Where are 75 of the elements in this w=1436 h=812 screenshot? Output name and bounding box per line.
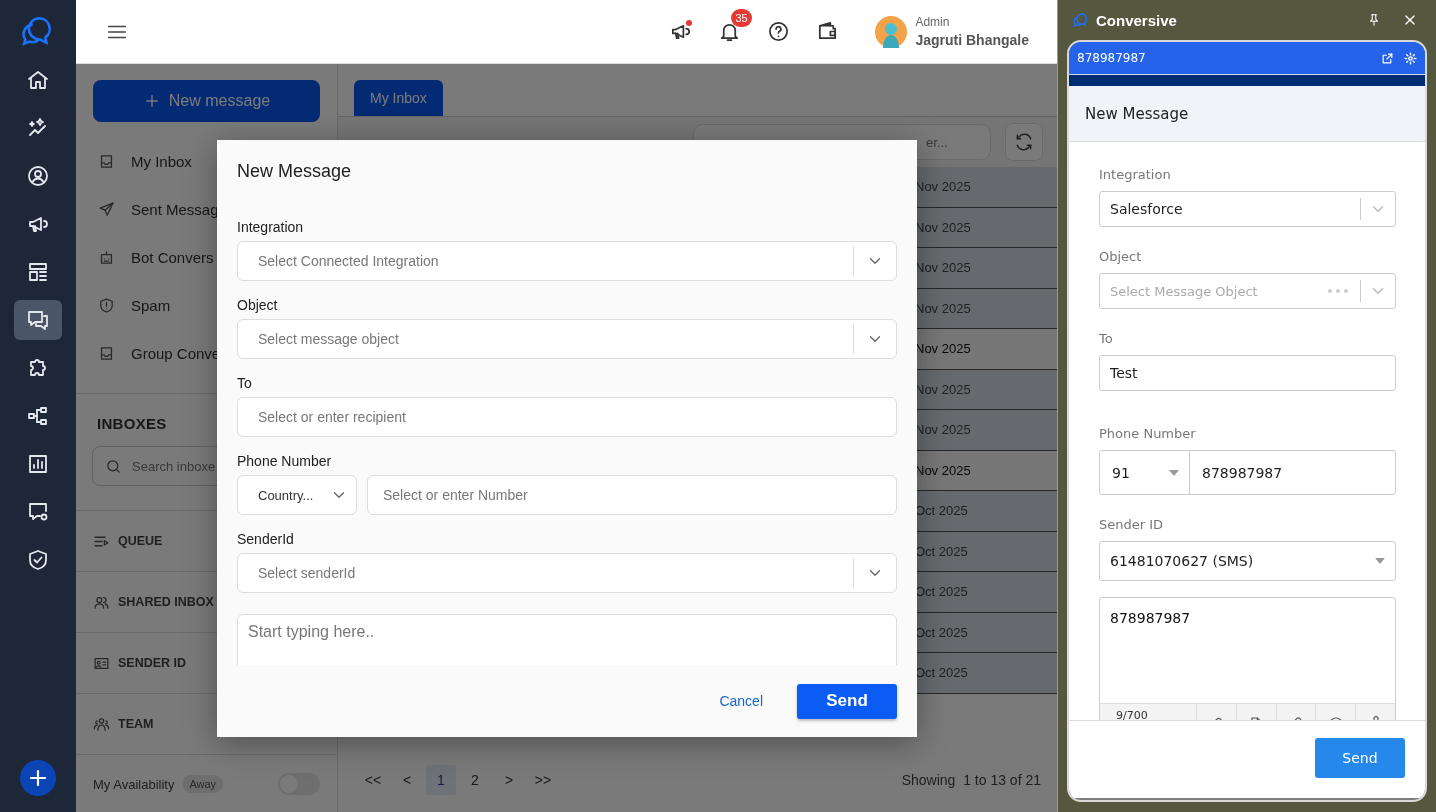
dialog-title: New Message (237, 161, 352, 182)
field-label: Sender ID (1099, 517, 1165, 533)
avatar[interactable] (875, 15, 908, 48)
select-field[interactable]: Select Message Object (1099, 273, 1396, 309)
send-button[interactable]: Send (1315, 738, 1405, 778)
inbox-icon (98, 344, 115, 362)
page-button[interactable]: < (392, 765, 422, 795)
add-button[interactable] (20, 760, 56, 796)
notification-dot (686, 20, 693, 26)
cancel-button[interactable]: Cancel (719, 693, 763, 709)
input-field[interactable]: Test (1099, 355, 1396, 391)
page-button[interactable]: > (494, 765, 524, 795)
section-title: INBOXES (97, 415, 167, 432)
bot-icon (98, 248, 115, 266)
notification-badge: 35 (731, 9, 752, 27)
refresh-button[interactable] (1005, 123, 1043, 161)
page-button[interactable]: 2 (460, 765, 490, 795)
refresh-icon (1014, 132, 1034, 152)
send-icon (98, 200, 115, 218)
contact-number: 878987987 (1077, 51, 1146, 65)
caret-icon (1375, 558, 1385, 564)
country-code-select[interactable]: 91 (1100, 451, 1190, 494)
field-label: Object (237, 297, 279, 314)
close-icon[interactable] (1403, 13, 1417, 27)
loading-icon (1328, 289, 1348, 293)
help-icon[interactable] (767, 20, 791, 43)
spam-icon (98, 296, 115, 314)
user-name: Jagruti Bhangale (915, 32, 1029, 48)
field-label: Object (1099, 249, 1143, 265)
send-button[interactable]: Send (797, 683, 897, 719)
new-message-button[interactable]: New message (93, 80, 320, 122)
field-label: Integration (1099, 167, 1172, 183)
country-select[interactable]: Country... (237, 475, 357, 515)
page-button[interactable]: >> (528, 765, 558, 795)
pin-icon[interactable] (1367, 13, 1381, 27)
chart-icon (26, 452, 50, 476)
inbox-icon (98, 152, 115, 170)
select-field[interactable]: Salesforce (1099, 191, 1396, 227)
availability-label: My Availability (93, 776, 175, 792)
search-icon (105, 457, 122, 475)
field-label: Integration (237, 219, 305, 236)
chat-icon (26, 308, 50, 332)
nav-button[interactable] (14, 300, 62, 340)
field-label: Phone Number (1099, 426, 1197, 442)
input-field[interactable]: Select or enter recipient (237, 397, 897, 437)
field-label: SenderId (237, 531, 295, 548)
select-field[interactable]: 61481070627 (SMS) (1099, 541, 1396, 581)
field-label: To (237, 375, 253, 392)
page-summary: Showing 1 to 13 of 21 (901, 772, 1041, 788)
select-field[interactable]: Select message object (237, 319, 897, 359)
field-label: Phone Number (237, 453, 333, 470)
layout-icon (26, 260, 50, 284)
user-icon (26, 164, 50, 188)
flow-icon (26, 404, 50, 428)
team-icon (93, 715, 110, 733)
form-title: New Message (1069, 86, 1425, 142)
external-link-icon[interactable] (1381, 51, 1394, 65)
status-badge: Away (182, 775, 224, 793)
home-icon (26, 68, 50, 92)
select-field[interactable]: Select Connected Integration (237, 241, 897, 281)
logo-icon (1073, 12, 1089, 28)
settings-icon[interactable] (1404, 51, 1417, 65)
input-field[interactable]: 878987987 (1190, 464, 1283, 481)
caret-icon (1169, 469, 1179, 476)
app-title: Conversive (1096, 11, 1177, 29)
message-field[interactable]: Start typing here.. (237, 614, 897, 665)
tab[interactable]: My Inbox (354, 80, 443, 116)
input-field[interactable]: Select or enter Number (367, 475, 897, 515)
field-label: To (1099, 331, 1114, 347)
page-button[interactable]: << (358, 765, 388, 795)
select-field[interactable]: Select senderId (237, 553, 897, 593)
page-button[interactable]: 1 (426, 765, 456, 795)
user-role: Admin (915, 15, 951, 29)
character-counter: 9/700 (1100, 704, 1197, 720)
shield-icon (26, 548, 50, 572)
